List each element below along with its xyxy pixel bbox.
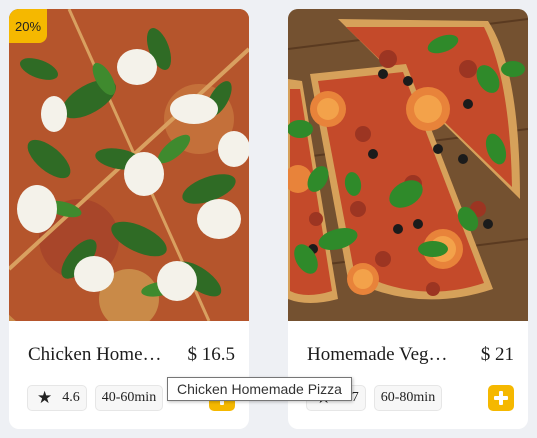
rating-badge: ★ 4.6: [27, 385, 87, 411]
product-card[interactable]: 20% Chicken Homemade Pizza $ 16.5 ★ 4.6 …: [9, 9, 249, 429]
product-price: $ 16.5: [187, 344, 236, 365]
delivery-time-badge: 40-60min: [94, 385, 164, 411]
add-to-cart-button[interactable]: [488, 385, 514, 411]
title-tooltip: Chicken Homemade Pizza: [167, 377, 352, 401]
delivery-time-badge: 60-80min: [373, 385, 443, 411]
product-image[interactable]: [288, 9, 528, 321]
product-title[interactable]: Homemade Veggie Pizza: [307, 344, 452, 366]
product-card[interactable]: Homemade Veggie Pizza $ 21 ★ 4.7 60-80mi…: [288, 9, 528, 429]
discount-badge: 20%: [9, 9, 47, 43]
product-price: $ 21: [480, 344, 514, 365]
star-icon: ★: [37, 388, 53, 407]
delivery-time: 60-80min: [380, 390, 436, 405]
product-image[interactable]: [9, 9, 249, 321]
product-title[interactable]: Chicken Homemade Pizza: [28, 344, 173, 366]
delivery-time: 40-60min: [101, 390, 157, 405]
rating-value: 4.6: [62, 390, 80, 405]
